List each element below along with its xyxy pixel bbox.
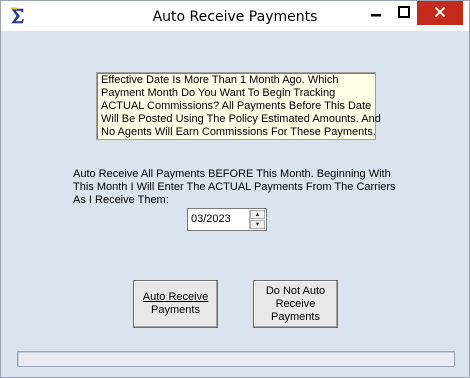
spin-control: ▲ ▼ (249, 210, 265, 229)
auto-receive-payments-button[interactable]: Auto Receive Payments (133, 280, 218, 328)
button-label-line: Do Not Auto (265, 284, 326, 297)
prompt-line: This Month I Will Enter The ACTUAL Payme… (73, 181, 396, 193)
chevron-up-icon: ▲ (254, 211, 261, 218)
maximize-icon (398, 5, 410, 21)
spin-up-button[interactable]: ▲ (250, 210, 265, 219)
maximize-button[interactable] (391, 1, 417, 25)
memo-line: Payment Month Do You Want To Begin Track… (101, 87, 336, 99)
prompt-line: As I Receive Them: (73, 194, 169, 206)
memo-line: Effective Date Is More Than 1 Month Ago.… (101, 74, 339, 86)
prompt-line: Auto Receive All Payments BEFORE This Mo… (73, 168, 391, 180)
title-bar[interactable]: Auto Receive Payments (1, 1, 469, 31)
chevron-down-icon: ▼ (254, 221, 261, 228)
auto-receive-payments-window: Auto Receive Payments Effective Date Is … (0, 0, 470, 378)
month-prompt-label: Auto Receive All Payments BEFORE This Mo… (73, 168, 403, 207)
memo-line: Will Be Posted Using The Policy Estimate… (101, 113, 381, 125)
button-label-line: Auto Receive (142, 291, 209, 303)
spin-down-button[interactable]: ▼ (250, 220, 265, 229)
status-bar (17, 351, 455, 367)
memo-line: No Agents Will Earn Commissions For Thes… (101, 126, 376, 138)
minimize-button[interactable] (363, 1, 389, 25)
month-spinner[interactable]: 03/2023 ▲ ▼ (187, 208, 267, 231)
dialog-body: Effective Date Is More Than 1 Month Ago.… (9, 31, 463, 371)
button-label-line: Payments (151, 304, 200, 316)
month-input[interactable]: 03/2023 (191, 213, 231, 225)
button-label-line: Receive (275, 297, 316, 310)
close-button[interactable] (417, 1, 463, 25)
minimize-icon (370, 6, 382, 21)
close-icon (434, 6, 446, 21)
do-not-auto-receive-button[interactable]: Do Not Auto Receive Payments (253, 280, 338, 328)
button-label-line: Payments (271, 310, 320, 323)
memo-line: ACTUAL Commissions? All Payments Before … (101, 100, 372, 112)
info-memo: Effective Date Is More Than 1 Month Ago.… (96, 72, 381, 140)
